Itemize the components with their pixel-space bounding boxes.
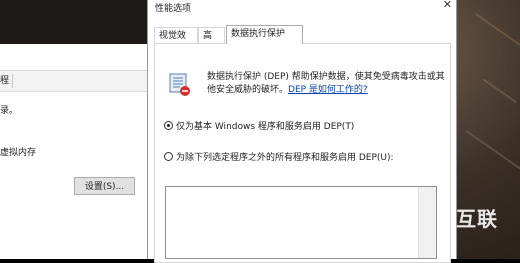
dialog-title: 性能选项 [155, 4, 192, 14]
tab-dep[interactable]: 数据执行保护 [226, 25, 303, 44]
tab-visual-effects[interactable]: 视觉效果 [154, 27, 198, 57]
dep-help-link[interactable]: DEP 是如何工作的? [288, 85, 368, 95]
program-exception-list[interactable] [165, 186, 437, 259]
tab-advanced-fragment[interactable]: 程 [0, 74, 13, 88]
dep-description: 数据执行保护 (DEP) 帮助保护数据，使其免受病毒攻击或其他安全威胁的破坏。D… [207, 71, 452, 97]
watermark-text: 互联 [456, 207, 498, 231]
radio-option-essential[interactable]: 仅为基本 Windows 程序和服务启用 DEP(T) [164, 119, 354, 132]
radio-label-essential: 仅为基本 Windows 程序和服务启用 DEP(T) [176, 122, 355, 132]
system-properties-window: 程 录。 虚拟内存 设置(S)... [0, 0, 147, 259]
dep-shield-icon [169, 73, 190, 96]
info-text: 录。 [0, 106, 19, 116]
close-icon[interactable]: ✕ [443, 0, 452, 11]
tab-row: 程 [0, 70, 147, 92]
radio-option-all-except[interactable]: 为除下列选定程序之外的所有程序和服务启用 DEP(U): [164, 150, 394, 163]
radio-button-checked[interactable] [164, 121, 173, 130]
tab-advanced[interactable]: 高级 [198, 27, 225, 57]
window-top-area [0, 0, 147, 44]
virtual-memory-text: 虚拟内存 [0, 148, 37, 158]
list-scrollbar[interactable] [418, 187, 436, 258]
settings-button[interactable]: 设置(S)... [74, 177, 135, 195]
radio-button-unchecked[interactable] [164, 152, 173, 161]
radio-label-all-except: 为除下列选定程序之外的所有程序和服务启用 DEP(U): [176, 153, 394, 163]
